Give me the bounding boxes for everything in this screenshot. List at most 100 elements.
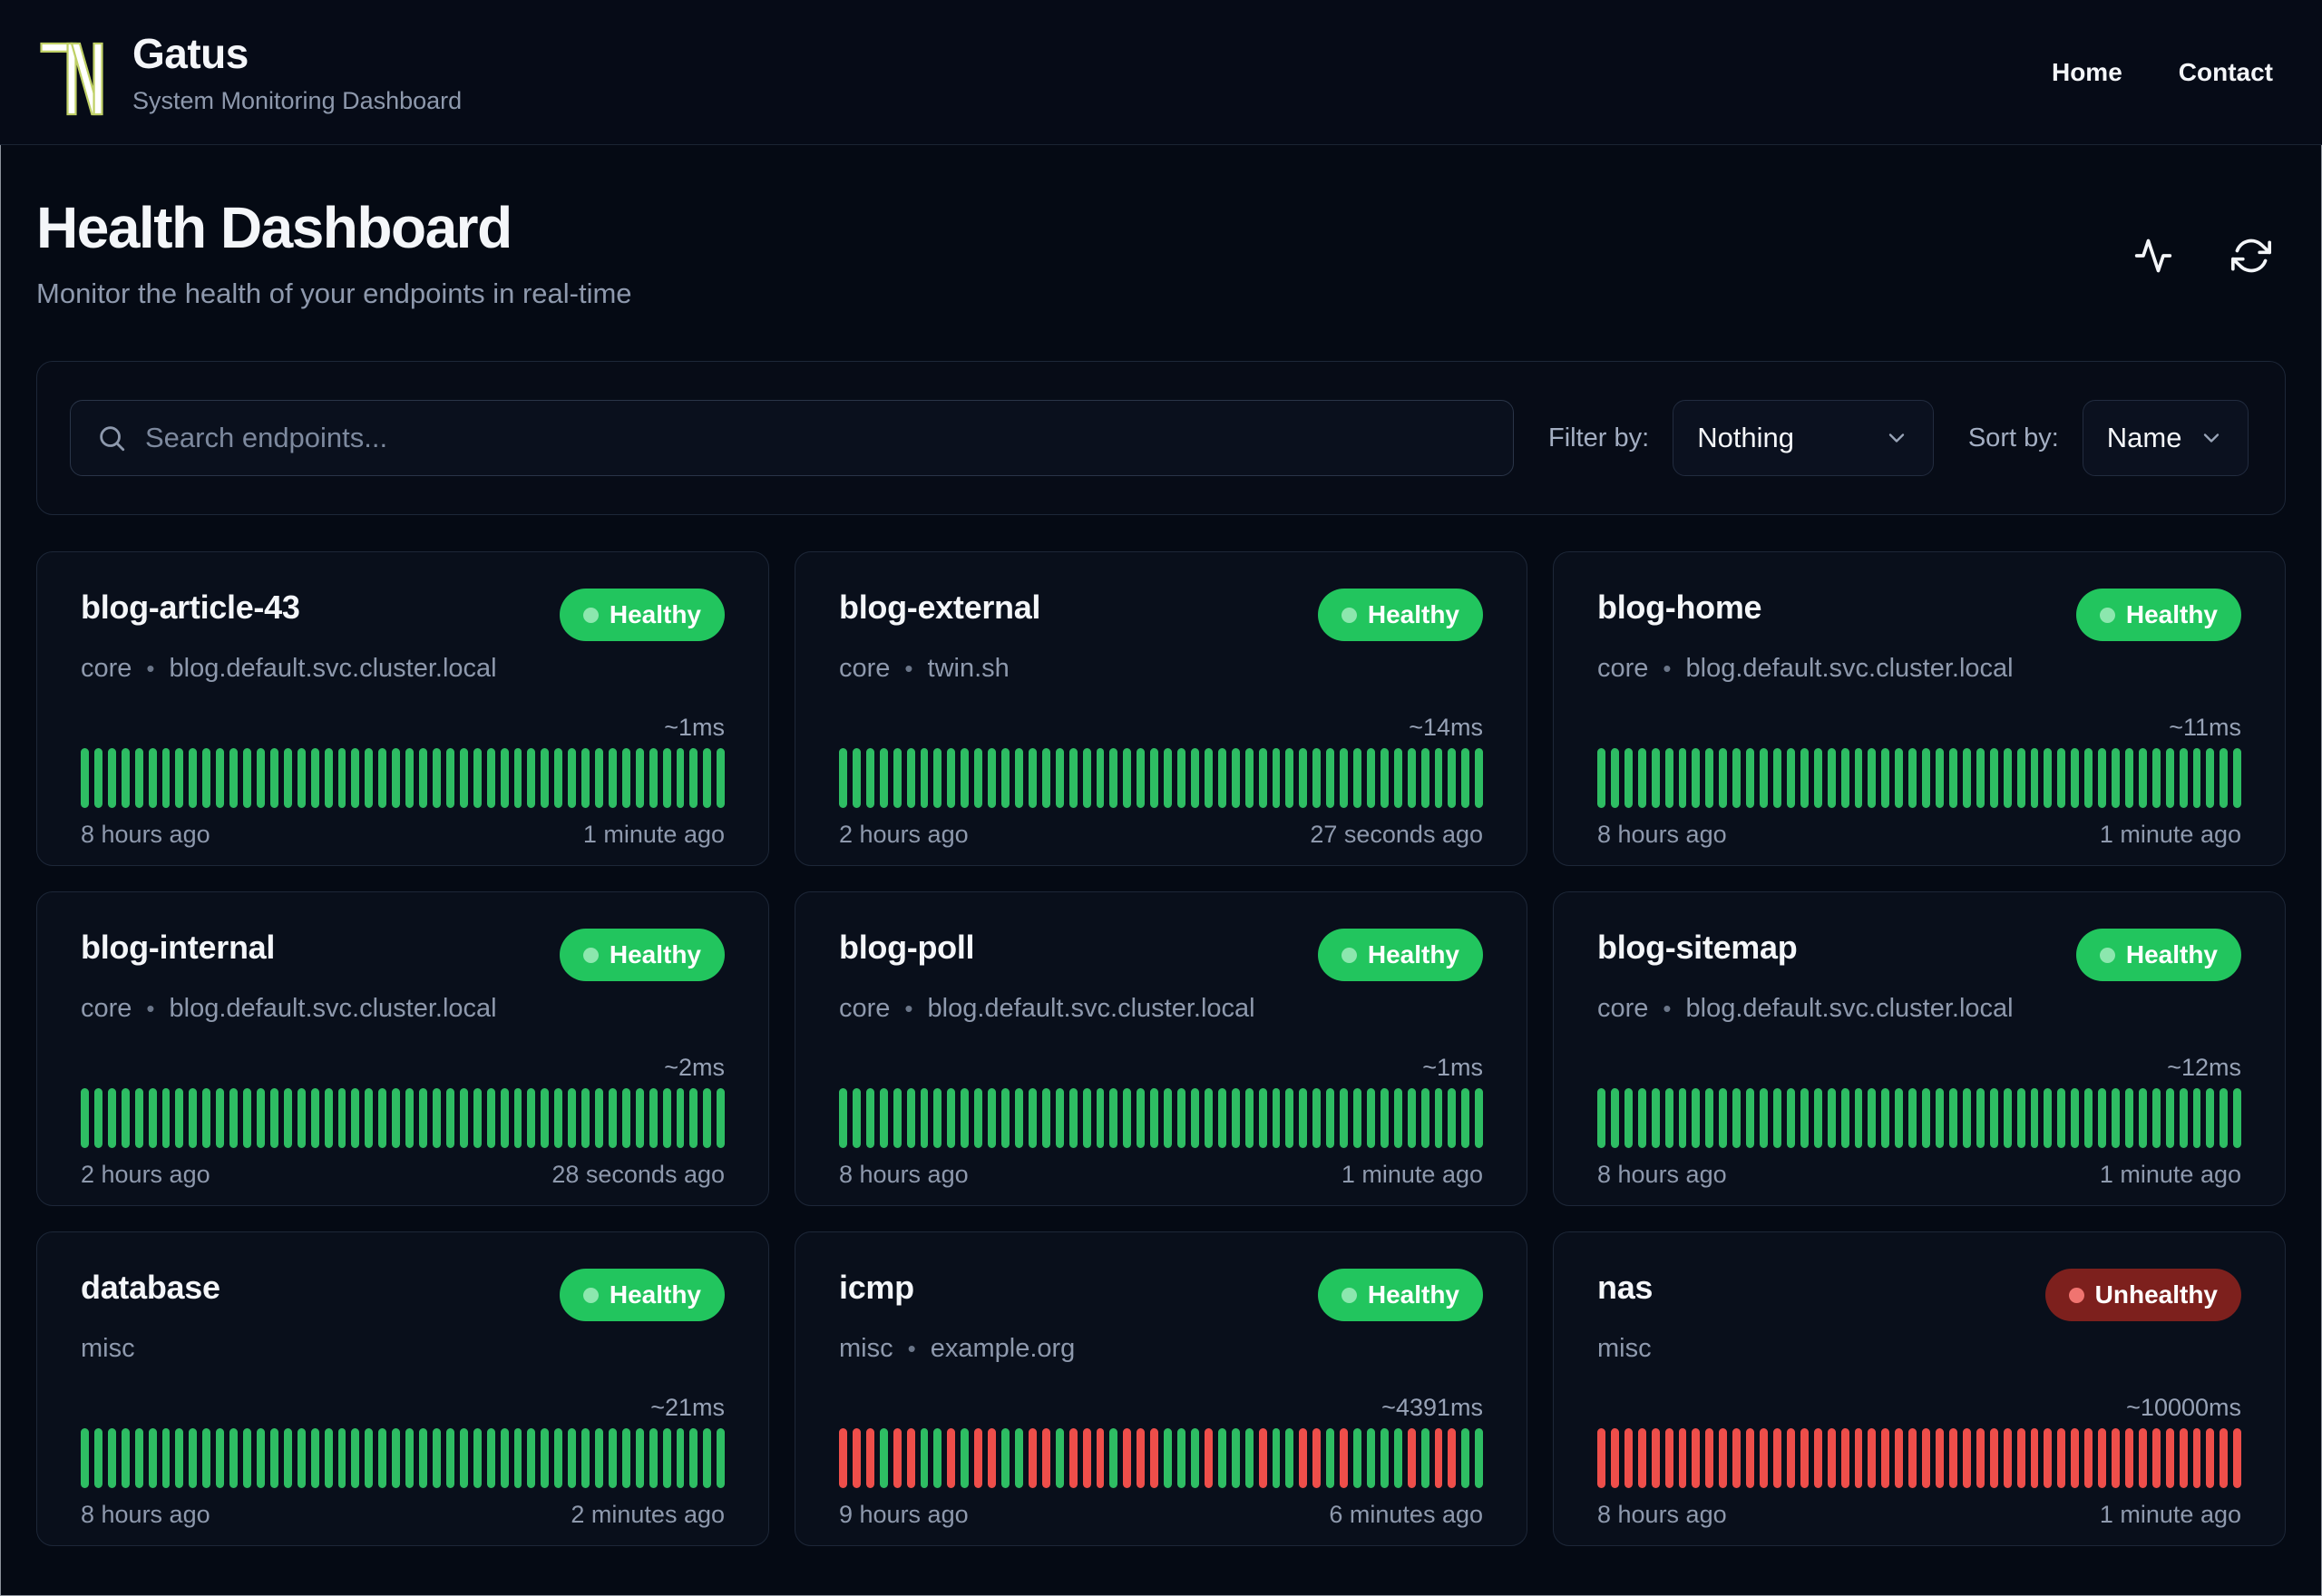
uptime-bar bbox=[1366, 1428, 1375, 1488]
sort-select-value: Name bbox=[2106, 422, 2182, 453]
uptime-bar bbox=[1624, 1428, 1633, 1488]
uptime-bar bbox=[1312, 1428, 1322, 1488]
endpoint-meta: core • blog.default.svc.cluster.local bbox=[1597, 992, 2241, 1025]
uptime-bar bbox=[1475, 748, 1484, 808]
uptime-bar bbox=[1407, 748, 1416, 808]
endpoint-name: nas bbox=[1597, 1269, 1654, 1306]
uptime-bar bbox=[1096, 1428, 1105, 1488]
uptime-bar bbox=[2192, 748, 2201, 808]
uptime-bar bbox=[1813, 1428, 1822, 1488]
uptime-bar bbox=[1651, 748, 1660, 808]
page-subtitle: Monitor the health of your endpoints in … bbox=[36, 277, 632, 309]
refresh-icon[interactable] bbox=[2231, 236, 2271, 276]
uptime-bar bbox=[1895, 1428, 1904, 1488]
uptime-bar bbox=[1976, 1088, 1985, 1148]
endpoint-card[interactable]: icmp Healthy misc • example.org ~4391ms … bbox=[795, 1231, 1527, 1546]
endpoint-card[interactable]: blog-article-43 Healthy core • blog.defa… bbox=[36, 551, 769, 866]
uptime-bar bbox=[689, 748, 698, 808]
nav-home[interactable]: Home bbox=[2052, 58, 2122, 87]
uptime-bar bbox=[297, 748, 306, 808]
uptime-bar bbox=[1922, 1088, 1931, 1148]
uptime-bar bbox=[2179, 1088, 2188, 1148]
uptime-bar bbox=[256, 1428, 265, 1488]
latency-value: ~1ms bbox=[1422, 1054, 1483, 1081]
uptime-bar bbox=[243, 748, 251, 808]
uptime-bar bbox=[1082, 748, 1091, 808]
latency-value: ~11ms bbox=[2169, 714, 2241, 741]
endpoint-card[interactable]: nas Unhealthy misc ~10000ms 8 hours ago … bbox=[1553, 1231, 2286, 1546]
uptime-bar bbox=[351, 1088, 360, 1148]
uptime-bar bbox=[568, 1428, 577, 1488]
bullet-separator: • bbox=[904, 655, 913, 682]
uptime-bar bbox=[1001, 1088, 1010, 1148]
uptime-bar bbox=[1448, 1428, 1457, 1488]
uptime-bar bbox=[148, 748, 157, 808]
history-end-time: 1 minute ago bbox=[2099, 1161, 2241, 1188]
uptime-bar bbox=[2112, 748, 2120, 808]
uptime-bar bbox=[1461, 1088, 1470, 1148]
uptime-bar bbox=[2030, 748, 2039, 808]
uptime-bar bbox=[1082, 1088, 1091, 1148]
latency-value: ~4391ms bbox=[1381, 1394, 1483, 1421]
brand-subtitle: System Monitoring Dashboard bbox=[132, 87, 463, 114]
uptime-bar bbox=[1055, 1088, 1064, 1148]
uptime-bar bbox=[554, 1428, 563, 1488]
uptime-bar bbox=[445, 1088, 454, 1148]
status-dot-icon bbox=[582, 947, 599, 963]
uptime-bar bbox=[378, 748, 387, 808]
uptime-bar bbox=[148, 1428, 157, 1488]
history-start-time: 8 hours ago bbox=[81, 821, 210, 848]
filter-select[interactable]: Nothing bbox=[1673, 400, 1934, 476]
search-filter-panel: Filter by: Nothing Sort by: Name bbox=[36, 361, 2286, 515]
uptime-bar bbox=[216, 748, 225, 808]
uptime-bar bbox=[2084, 1088, 2093, 1148]
status-badge: Healthy bbox=[559, 929, 725, 981]
endpoint-group: misc bbox=[839, 1334, 893, 1363]
uptime-bar bbox=[527, 748, 536, 808]
uptime-bars bbox=[81, 1088, 726, 1148]
latency-value: ~12ms bbox=[2167, 1054, 2241, 1081]
uptime-bar bbox=[134, 1428, 143, 1488]
endpoint-card[interactable]: blog-poll Healthy core • blog.default.sv… bbox=[795, 891, 1527, 1206]
history-end-time: 1 minute ago bbox=[582, 821, 725, 848]
uptime-bar bbox=[893, 748, 902, 808]
uptime-bar bbox=[1461, 1428, 1470, 1488]
endpoint-card[interactable]: blog-internal Healthy core • blog.defaul… bbox=[36, 891, 769, 1206]
status-label: Healthy bbox=[1367, 1280, 1459, 1309]
uptime-bar bbox=[243, 1088, 251, 1148]
status-badge: Healthy bbox=[1317, 589, 1483, 641]
endpoint-card[interactable]: database Healthy misc ~21ms 8 hours ago … bbox=[36, 1231, 769, 1546]
uptime-bar bbox=[1137, 1088, 1146, 1148]
uptime-bar bbox=[269, 748, 278, 808]
uptime-bar bbox=[1231, 1088, 1240, 1148]
uptime-bar bbox=[2192, 1088, 2201, 1148]
bullet-separator: • bbox=[907, 1335, 916, 1362]
uptime-bar bbox=[2165, 1088, 2174, 1148]
status-badge: Healthy bbox=[559, 1269, 725, 1321]
uptime-bar bbox=[1989, 748, 1998, 808]
uptime-bar bbox=[365, 1428, 374, 1488]
endpoint-card[interactable]: blog-home Healthy core • blog.default.sv… bbox=[1553, 551, 2286, 866]
uptime-bar bbox=[988, 1428, 997, 1488]
endpoint-card[interactable]: blog-external Healthy core • twin.sh ~14… bbox=[795, 551, 1527, 866]
activity-pulse-icon[interactable] bbox=[2133, 236, 2173, 276]
uptime-bar bbox=[961, 1428, 970, 1488]
endpoint-card[interactable]: blog-sitemap Healthy core • blog.default… bbox=[1553, 891, 2286, 1206]
uptime-bar bbox=[1164, 1088, 1173, 1148]
endpoint-host: twin.sh bbox=[927, 654, 1010, 683]
search-input[interactable] bbox=[145, 422, 1488, 454]
uptime-bar bbox=[1827, 1428, 1836, 1488]
search-box bbox=[70, 400, 1514, 476]
uptime-bar bbox=[1231, 748, 1240, 808]
uptime-bar bbox=[2003, 1428, 2012, 1488]
history-start-time: 8 hours ago bbox=[1597, 1501, 1727, 1528]
sort-select[interactable]: Name bbox=[2082, 400, 2249, 476]
uptime-bar bbox=[405, 1088, 415, 1148]
uptime-bar bbox=[988, 1088, 997, 1148]
nav-contact[interactable]: Contact bbox=[2179, 58, 2273, 87]
uptime-bar bbox=[1190, 1088, 1199, 1148]
uptime-bar bbox=[2084, 1428, 2093, 1488]
uptime-bar bbox=[161, 748, 171, 808]
main-content: Health Dashboard Monitor the health of y… bbox=[0, 194, 2322, 1546]
uptime-bar bbox=[608, 748, 617, 808]
